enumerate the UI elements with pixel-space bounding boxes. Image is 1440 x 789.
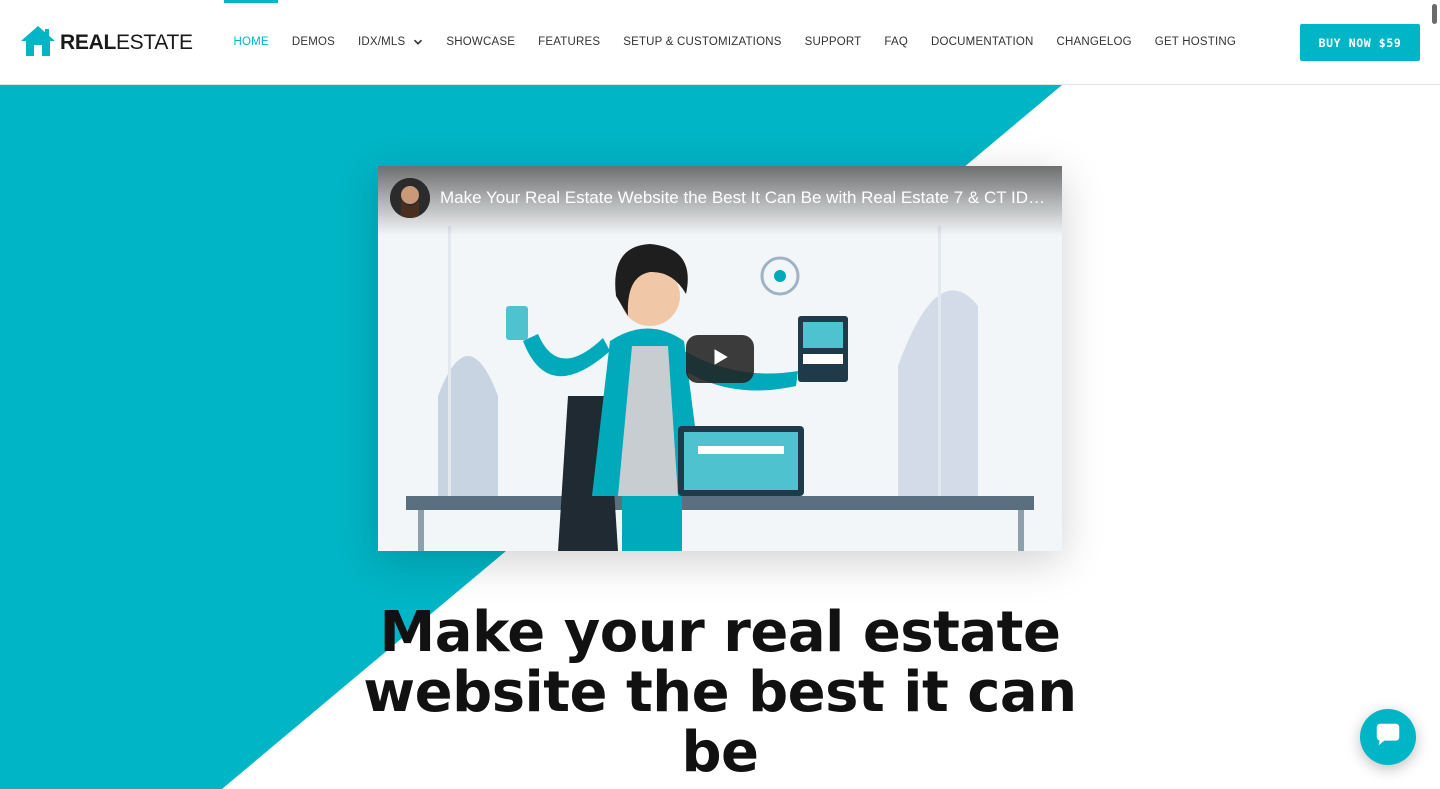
nav-item-label: CHANGELOG	[1056, 36, 1132, 48]
nav-item-label: IDX/MLS	[357, 36, 406, 48]
logo-text: REALESTATE	[60, 31, 193, 55]
house-icon	[20, 25, 60, 62]
nav-item-label: FAQ	[884, 36, 909, 48]
scrollbar-thumb[interactable]	[1432, 4, 1437, 24]
main-nav: HOME DEMOS IDX/MLS SHOWCASE FEATURES SET…	[222, 0, 1248, 84]
chevron-down-icon	[413, 37, 423, 47]
nav-item-label: DOCUMENTATION	[931, 36, 1034, 48]
chat-bubble-icon	[1373, 720, 1403, 755]
site-header: REALESTATE HOME DEMOS IDX/MLS SHOWCASE F…	[0, 0, 1440, 85]
nav-item-showcase[interactable]: SHOWCASE	[435, 0, 527, 84]
play-icon	[709, 346, 731, 373]
nav-item-label: SHOWCASE	[446, 36, 516, 48]
nav-item-demos[interactable]: DEMOS	[280, 0, 346, 84]
buy-now-button[interactable]: BUY NOW $59	[1300, 24, 1420, 61]
nav-item-label: FEATURES	[538, 36, 601, 48]
nav-item-label: DEMOS	[291, 36, 335, 48]
nav-item-get-hosting[interactable]: GET HOSTING	[1143, 0, 1247, 84]
nav-item-home[interactable]: HOME	[222, 0, 280, 84]
nav-item-idx-mls[interactable]: IDX/MLS	[346, 0, 434, 84]
video-title[interactable]: Make Your Real Estate Website the Best I…	[440, 188, 1050, 208]
nav-item-faq[interactable]: FAQ	[873, 0, 920, 84]
hero-headline: Make your real estate website the best i…	[363, 600, 1077, 785]
nav-item-label: SUPPORT	[804, 36, 862, 48]
nav-item-label: GET HOSTING	[1154, 36, 1237, 48]
nav-item-label: HOME	[233, 36, 269, 48]
logo-text-light: ESTATE	[115, 31, 193, 54]
chat-button[interactable]	[1360, 709, 1416, 765]
nav-item-changelog[interactable]: CHANGELOG	[1045, 0, 1143, 84]
logo-text-bold: REAL	[60, 31, 116, 54]
nav-item-features[interactable]: FEATURES	[527, 0, 612, 84]
nav-item-support[interactable]: SUPPORT	[793, 0, 873, 84]
video-embed[interactable]: Make Your Real Estate Website the Best I…	[378, 166, 1062, 551]
nav-item-setup-customizations[interactable]: SETUP & CUSTOMIZATIONS	[612, 0, 793, 84]
nav-item-label: SETUP & CUSTOMIZATIONS	[623, 36, 782, 48]
avatar[interactable]	[390, 178, 430, 218]
play-button[interactable]	[686, 335, 754, 383]
site-logo[interactable]: REALESTATE	[20, 25, 193, 62]
nav-item-documentation[interactable]: DOCUMENTATION	[920, 0, 1045, 84]
